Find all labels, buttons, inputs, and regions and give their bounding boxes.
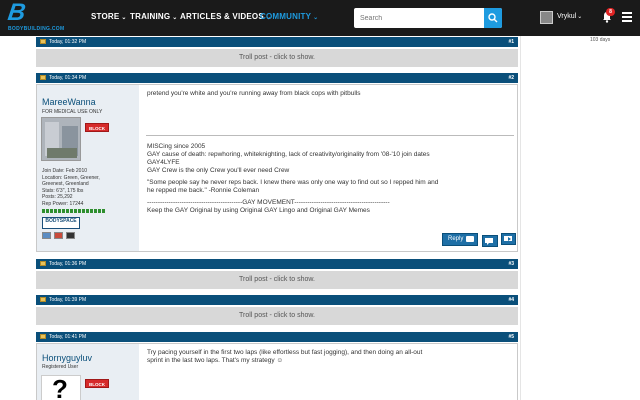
post-number[interactable]: #5 — [508, 332, 514, 342]
avatar-image — [42, 118, 80, 160]
nav-training[interactable]: TRAINING ⌄ — [130, 12, 178, 21]
user-info-panel: Hornyguyluv Registered User ? BLOCK — [37, 344, 139, 400]
user-stats: Join Date: Feb 2010 Location: Green, Gre… — [42, 168, 100, 207]
post-username[interactable]: Hornyguyluv — [42, 353, 92, 363]
post-icon — [40, 75, 46, 80]
post-date: Today, 01:36 PM — [49, 261, 87, 267]
search-input[interactable] — [354, 8, 484, 28]
chevron-down-icon: ⌄ — [121, 15, 127, 21]
post-username[interactable]: MareeWanna — [42, 97, 96, 107]
post-icon — [40, 297, 46, 302]
hamburger-menu-icon[interactable] — [622, 12, 632, 22]
post-header: Today, 01:39 PM #4 — [36, 295, 518, 305]
user-menu[interactable]: Vrykul⌄ — [557, 13, 582, 20]
top-navigation: B BODYBUILDING.COM STORE ⌄ TRAINING ⌄ ARTI… — [0, 0, 640, 36]
side-days-text: 103 days — [590, 37, 611, 43]
post-date: Today, 01:41 PM — [49, 334, 87, 340]
post-message: Try pacing yourself in the first two lap… — [147, 349, 423, 364]
post-date: Today, 01:34 PM — [49, 75, 87, 81]
user-avatar[interactable]: ? — [41, 375, 81, 400]
post-icon — [40, 261, 46, 266]
search-icon — [488, 13, 498, 23]
post-date: Today, 01:39 PM — [49, 297, 87, 303]
post-header: Today, 01:41 PM #5 — [36, 332, 518, 342]
quick-reply-icon — [504, 236, 512, 241]
user-avatar[interactable] — [540, 11, 553, 24]
reply-button[interactable]: Reply — [442, 233, 478, 246]
post-signature: MISCing since 2005 GAY cause of death: r… — [147, 143, 439, 214]
signature-divider — [146, 135, 514, 136]
message-icon[interactable] — [54, 232, 63, 239]
notification-badge: 8 — [606, 8, 615, 16]
troll-post-toggle[interactable]: Troll post - click to show. — [36, 271, 518, 289]
block-button[interactable]: BLOCK — [85, 379, 109, 388]
nav-store[interactable]: STORE ⌄ — [91, 12, 127, 21]
post-message: pretend you're white and you're running … — [147, 90, 361, 97]
flag-icon[interactable] — [66, 232, 75, 239]
post-icon — [40, 334, 46, 339]
search-box — [354, 8, 502, 28]
post-icon — [40, 39, 46, 44]
user-avatar[interactable] — [41, 117, 81, 161]
profile-icon[interactable] — [42, 232, 51, 239]
post-number[interactable]: #3 — [508, 259, 514, 269]
multiquote-icon — [485, 238, 493, 245]
post-date: Today, 01:32 PM — [49, 39, 87, 45]
post-header: Today, 01:36 PM #3 — [36, 259, 518, 269]
nav-community[interactable]: COMMUNITY ⌄ — [260, 12, 318, 21]
chevron-down-icon: ⌄ — [577, 14, 583, 20]
chevron-down-icon: ⌄ — [313, 15, 319, 21]
post-number[interactable]: #1 — [508, 37, 514, 47]
logo-mark: B — [6, 0, 28, 26]
default-avatar-icon: ? — [52, 375, 68, 400]
reputation-bar — [42, 209, 105, 213]
post-number[interactable]: #2 — [508, 73, 514, 83]
troll-post-toggle[interactable]: Troll post - click to show. — [36, 307, 518, 325]
quote-icon — [466, 236, 474, 242]
nav-articles-videos[interactable]: ARTICLES & VIDEOS ⌄ — [180, 12, 271, 21]
user-title: Registered User — [42, 364, 79, 370]
site-logo[interactable]: B BODYBUILDING.COM — [6, 0, 78, 34]
quick-reply-button[interactable] — [501, 233, 516, 245]
post-header: Today, 01:34 PM #2 — [36, 73, 518, 83]
user-info-panel: MareeWanna FOR MEDICAL USE ONLY BLOCK Jo… — [37, 85, 139, 251]
post-number[interactable]: #4 — [508, 295, 514, 305]
logo-text: BODYBUILDING.COM — [8, 26, 65, 32]
block-button[interactable]: BLOCK — [85, 123, 109, 132]
chevron-down-icon: ⌄ — [172, 15, 178, 21]
search-button[interactable] — [484, 8, 502, 28]
bodyspace-button[interactable]: BODYSPACE — [42, 217, 80, 229]
post-header: Today, 01:32 PM #1 — [36, 37, 518, 47]
multi-quote-button[interactable] — [482, 235, 498, 247]
troll-post-toggle[interactable]: Troll post - click to show. — [36, 49, 518, 67]
user-title: FOR MEDICAL USE ONLY — [42, 109, 103, 115]
right-divider — [520, 36, 521, 400]
